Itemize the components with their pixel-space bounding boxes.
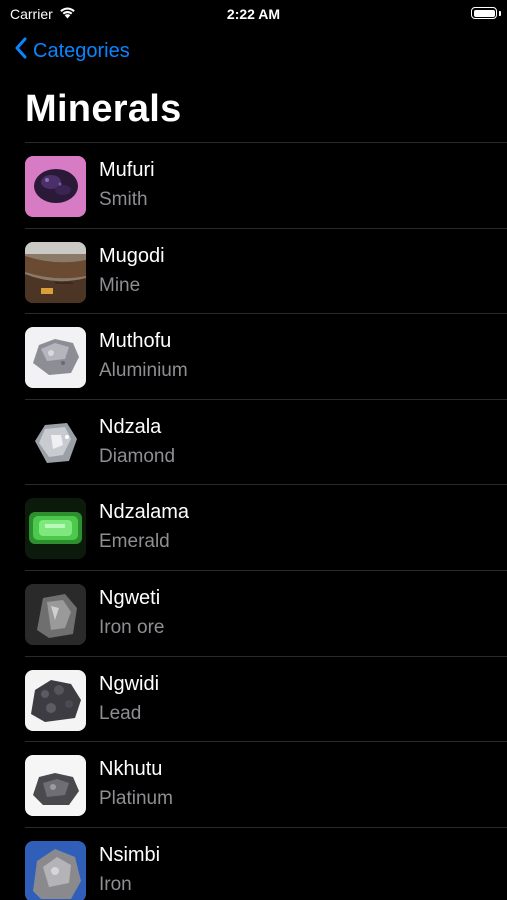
list-item[interactable]: Nsimbi Iron [0,828,507,900]
list-item-title: Ngweti [99,586,161,609]
list-item-subtitle: Aluminium [99,360,188,382]
status-time: 2:22 AM [226,6,281,22]
list-item[interactable]: Nkhutu Platinum [0,742,507,827]
chevron-left-icon [14,37,27,65]
iron-ore-photo [25,583,86,645]
list-item[interactable]: Mugodi Mine [0,229,507,314]
list-item-text: Muthofu Aluminium [99,328,188,388]
list-item-title: Mufuri [99,159,155,181]
list-item-subtitle: Lead [99,702,142,724]
status-bar: Carrier 2:22 AM [0,0,507,28]
list-item-title: Nkhutu [99,758,163,781]
list-item[interactable]: Ndzalama Emerald [0,485,507,570]
purple-mineral-photo [25,156,86,217]
list-item-subtitle: Mine [99,274,141,296]
platinum-ore-photo [25,755,86,817]
list-item-text: Ngwidi Lead [99,671,159,731]
list-item-subtitle: Diamond [99,445,176,467]
list-item[interactable]: Ngweti Iron ore [0,571,507,656]
battery-cap [499,11,501,16]
list-item-text: Mufuri Smith [99,157,155,217]
list-item-subtitle: Smith [99,189,148,210]
list-item-subtitle: Iron [99,873,132,895]
list-item[interactable]: Muthofu Aluminium [0,314,507,399]
back-label: Categories [33,39,130,62]
list-item-subtitle: Iron ore [99,616,165,638]
list-item-text: Ndzalama Emerald [99,499,189,559]
list-item-subtitle: Emerald [99,531,170,553]
list-item-text: Ngweti Iron ore [99,585,164,645]
lead-ore-photo [25,669,86,731]
list-item-title: Mugodi [99,244,165,267]
list-item-text: Ndzala Diamond [99,414,175,474]
list-item-subtitle: Platinum [99,788,173,810]
open-pit-mine-photo [25,241,86,303]
list-item-text: Nsimbi Iron [99,842,160,900]
list-item-title: Ndzala [99,415,162,438]
screen: Carrier 2:22 AM Categories Minerals Mufu… [0,0,507,900]
list-item-title: Muthofu [99,330,172,353]
list-item[interactable]: Mufuri Smith [0,143,507,228]
list-item[interactable]: Ngwidi Lead [0,657,507,742]
minerals-list: Mufuri Smith Mugodi Mine Muthofu Alumini… [0,142,507,900]
list-item-text: Nkhutu Platinum [99,756,173,816]
list-item-text: Mugodi Mine [99,243,165,303]
list-item-title: Nsimbi [99,843,161,866]
iron-photo [25,840,86,900]
list-item-title: Ndzalama [99,501,190,524]
list-item[interactable]: Ndzala Diamond [0,400,507,485]
diamond-photo [25,412,86,474]
battery-icon [471,7,497,19]
emerald-photo [25,498,86,560]
page-title: Minerals [25,88,182,130]
aluminium-ore-photo [25,327,86,389]
battery-level [473,9,495,17]
list-item-title: Ngwidi [99,672,160,695]
back-button[interactable]: Categories [14,37,130,65]
